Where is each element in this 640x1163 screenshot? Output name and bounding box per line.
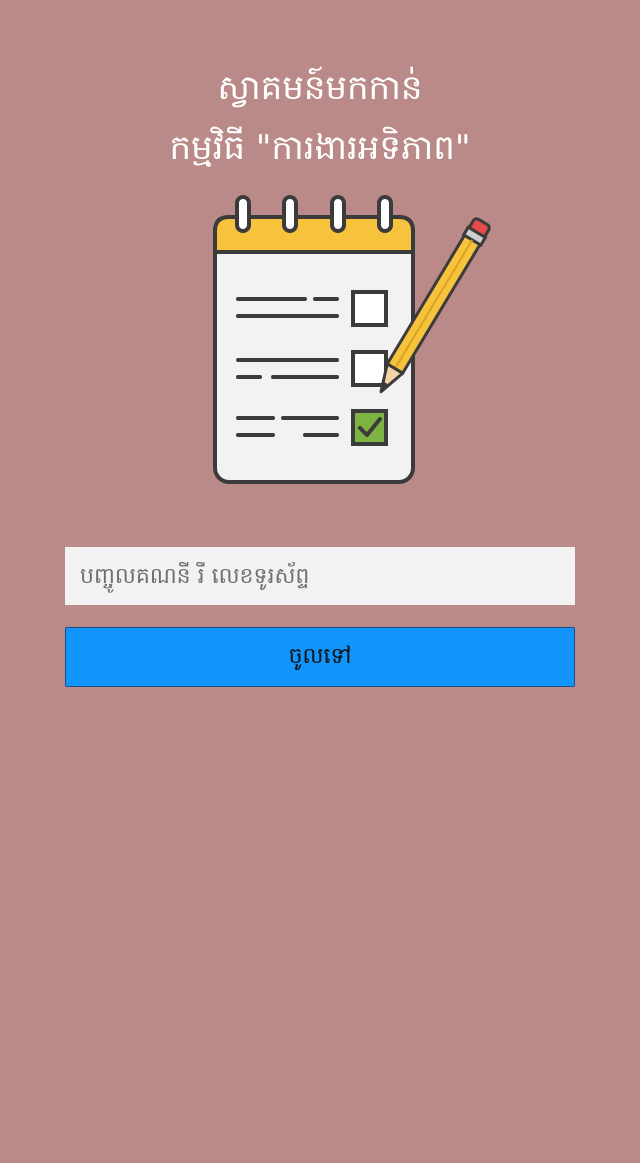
checkbox-checked-icon (351, 409, 388, 446)
login-form: ចូលទៅ (65, 547, 575, 687)
checkbox-unchecked-icon (351, 350, 388, 387)
binder-ring (235, 195, 251, 233)
binder-ring (377, 195, 393, 233)
checklist-illustration (213, 195, 491, 484)
binder-ring (282, 195, 298, 233)
checkbox-unchecked-icon (351, 290, 388, 327)
account-or-phone-input[interactable] (65, 547, 575, 605)
binder-ring (330, 195, 346, 233)
checklist-notepad-icon (205, 192, 505, 492)
page-title: ស្វាគមន៍មកកាន់ កម្មវិធី "ការងារអទិភាព" (0, 58, 640, 178)
login-button[interactable]: ចូលទៅ (65, 627, 575, 687)
welcome-line: ស្វាគមន៍មកកាន់ (217, 68, 423, 108)
app-name-line: កម្មវិធី "ការងារអទិភាព" (169, 128, 471, 168)
